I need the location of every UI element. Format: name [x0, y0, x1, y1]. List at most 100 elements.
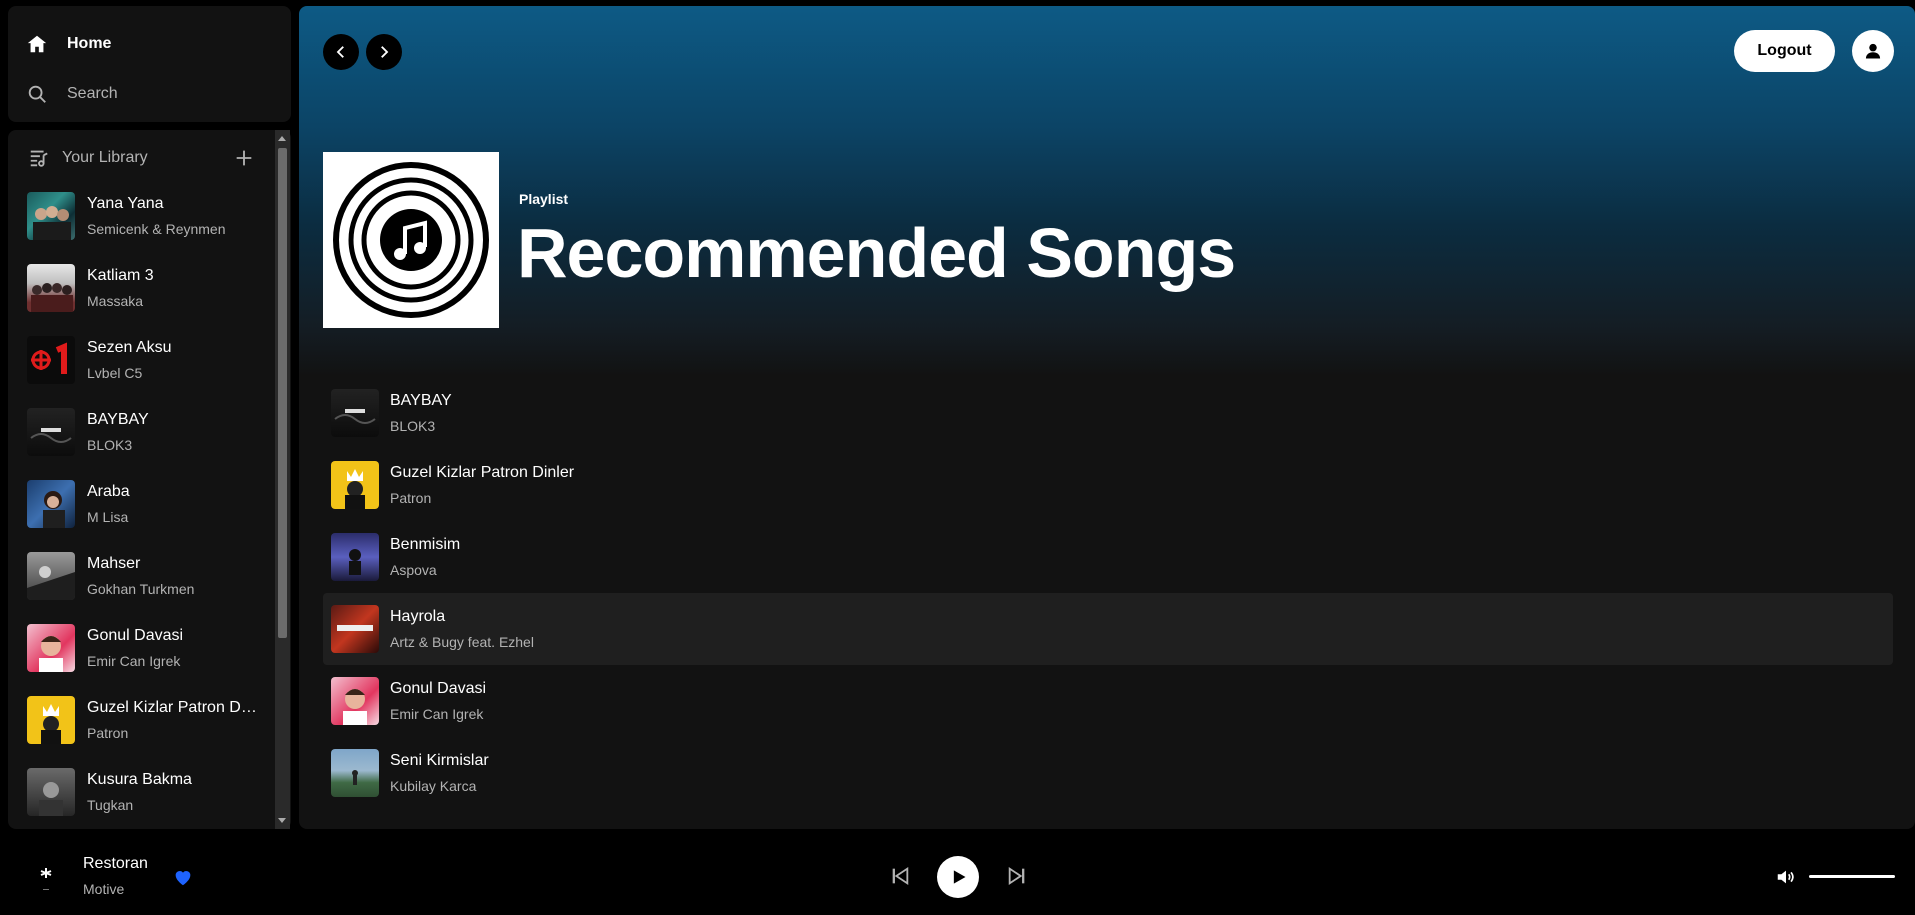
library-item-artist: Patron — [87, 725, 129, 741]
search-icon — [28, 85, 46, 103]
nav-home[interactable]: Home — [26, 33, 111, 55]
song-title: BAYBAY — [390, 392, 452, 409]
cover-image — [27, 768, 75, 816]
cover-image — [331, 389, 379, 437]
cover-image — [331, 677, 379, 725]
cover-image — [331, 533, 379, 581]
library-item-title: Katliam 3 — [87, 267, 154, 284]
now-playing-title: Restoran — [83, 855, 148, 872]
home-icon — [27, 35, 47, 53]
volume-slider[interactable] — [1809, 875, 1895, 878]
now-playing-artist: Motive — [83, 881, 125, 897]
cover-image — [27, 264, 75, 312]
library-list: Yana Yana Semicenk & Reynmen Katliam 3 M… — [27, 192, 267, 829]
main-content: Logout Playlist Recommended Songs BAYBAY… — [299, 6, 1915, 829]
library-scrollbar[interactable] — [275, 130, 290, 829]
nav-home-label: Home — [67, 35, 112, 52]
song-row[interactable]: BAYBAY BLOK3 — [323, 377, 1893, 449]
song-artist: Aspova — [390, 562, 437, 578]
playlist-cover — [323, 152, 499, 328]
song-row[interactable]: Guzel Kizlar Patron Dinler Patron — [323, 449, 1893, 521]
play-icon — [953, 870, 966, 884]
cover-image — [27, 696, 75, 744]
library-panel: Your Library Yana Yana Semicenk & Reynme… — [8, 130, 291, 829]
library-item-artist: M Lisa — [87, 509, 129, 525]
library-item-artist: BLOK3 — [87, 437, 133, 453]
chevron-right-icon — [381, 46, 389, 58]
library-item[interactable]: Araba M Lisa — [27, 480, 267, 552]
library-item[interactable]: Sezen Aksu Lvbel C5 — [27, 336, 267, 408]
player-bar: Restoran Motive — [0, 837, 1915, 915]
song-title: Gonul Davasi — [390, 680, 487, 697]
library-item-title: BAYBAY — [87, 411, 149, 428]
play-button[interactable] — [937, 856, 979, 898]
page-title: Recommended Songs — [517, 214, 1236, 292]
now-playing-cover — [24, 854, 68, 898]
song-row[interactable]: Hayrola Artz & Bugy feat. Ezhel — [323, 593, 1893, 665]
playlist-type: Playlist — [519, 191, 569, 207]
library-item[interactable]: Kusura Bakma Tugkan — [27, 768, 267, 829]
song-title: Hayrola — [390, 608, 446, 625]
library-item-artist: Emir Can Igrek — [87, 653, 181, 669]
user-icon — [1865, 43, 1881, 59]
library-item-title: Guzel Kizlar Patron Dinler — [87, 699, 257, 716]
library-item-title: Gonul Davasi — [87, 627, 184, 644]
library-item[interactable]: BAYBAY BLOK3 — [27, 408, 267, 480]
cover-image — [331, 461, 379, 509]
library-icon — [30, 150, 48, 167]
library-item-title: Araba — [87, 483, 130, 500]
song-row[interactable]: Seni Kirmislar Kubilay Karca — [323, 737, 1893, 809]
library-item[interactable]: Mahser Gokhan Turkmen — [27, 552, 267, 624]
library-header[interactable]: Your Library — [28, 147, 148, 169]
song-artist: Kubilay Karca — [390, 778, 477, 794]
library-item-artist: Semicenk & Reynmen — [87, 221, 226, 237]
sidebar-nav: Home Search — [8, 6, 291, 122]
cover-image — [27, 480, 75, 528]
volume-icon[interactable] — [1775, 866, 1797, 888]
cover-image — [27, 552, 75, 600]
library-item-artist: Gokhan Turkmen — [87, 581, 195, 597]
scroll-up-arrow[interactable] — [278, 136, 286, 141]
library-item[interactable]: Guzel Kizlar Patron Dinler Patron — [27, 696, 267, 768]
library-item-title: Mahser — [87, 555, 141, 572]
heart-icon[interactable] — [172, 866, 194, 888]
previous-track-icon[interactable] — [889, 865, 911, 887]
nav-search[interactable]: Search — [26, 83, 118, 105]
cover-image — [331, 605, 379, 653]
next-track-icon[interactable] — [1006, 865, 1028, 887]
library-item-title: Yana Yana — [87, 195, 164, 212]
scroll-down-arrow[interactable] — [278, 818, 286, 823]
song-artist: Emir Can Igrek — [390, 706, 484, 722]
library-item-artist: Massaka — [87, 293, 144, 309]
song-artist: Artz & Bugy feat. Ezhel — [390, 634, 534, 650]
song-artist: Patron — [390, 490, 432, 506]
vinyl-music-icon — [333, 162, 489, 318]
library-item-title: Sezen Aksu — [87, 339, 172, 356]
library-item[interactable]: Gonul Davasi Emir Can Igrek — [27, 624, 267, 696]
scroll-thumb[interactable] — [278, 148, 287, 638]
library-item-artist: Tugkan — [87, 797, 134, 813]
song-artist: BLOK3 — [390, 418, 436, 434]
cover-image — [27, 624, 75, 672]
cover-image — [27, 192, 75, 240]
cover-image — [27, 336, 75, 384]
logout-button[interactable]: Logout — [1734, 30, 1835, 72]
song-row[interactable]: Benmisim Aspova — [323, 521, 1893, 593]
cover-image — [331, 749, 379, 797]
library-item[interactable]: Yana Yana Semicenk & Reynmen — [27, 192, 267, 264]
song-row[interactable]: Gonul Davasi Emir Can Igrek — [323, 665, 1893, 737]
library-title: Your Library — [62, 149, 148, 166]
back-button[interactable] — [323, 34, 359, 70]
library-item-artist: Lvbel C5 — [87, 365, 143, 381]
library-item[interactable]: Katliam 3 Massaka — [27, 264, 267, 336]
song-title: Seni Kirmislar — [390, 752, 489, 769]
library-item-title: Kusura Bakma — [87, 771, 192, 788]
cover-image — [27, 408, 75, 456]
add-icon[interactable] — [233, 147, 255, 169]
profile-button[interactable] — [1852, 30, 1894, 72]
chevron-left-icon — [336, 46, 344, 58]
song-title: Benmisim — [390, 536, 461, 553]
song-title: Guzel Kizlar Patron Dinler — [390, 464, 575, 481]
song-list: BAYBAY BLOK3 Guzel Kizlar Patron Dinler … — [323, 377, 1893, 809]
forward-button[interactable] — [366, 34, 402, 70]
